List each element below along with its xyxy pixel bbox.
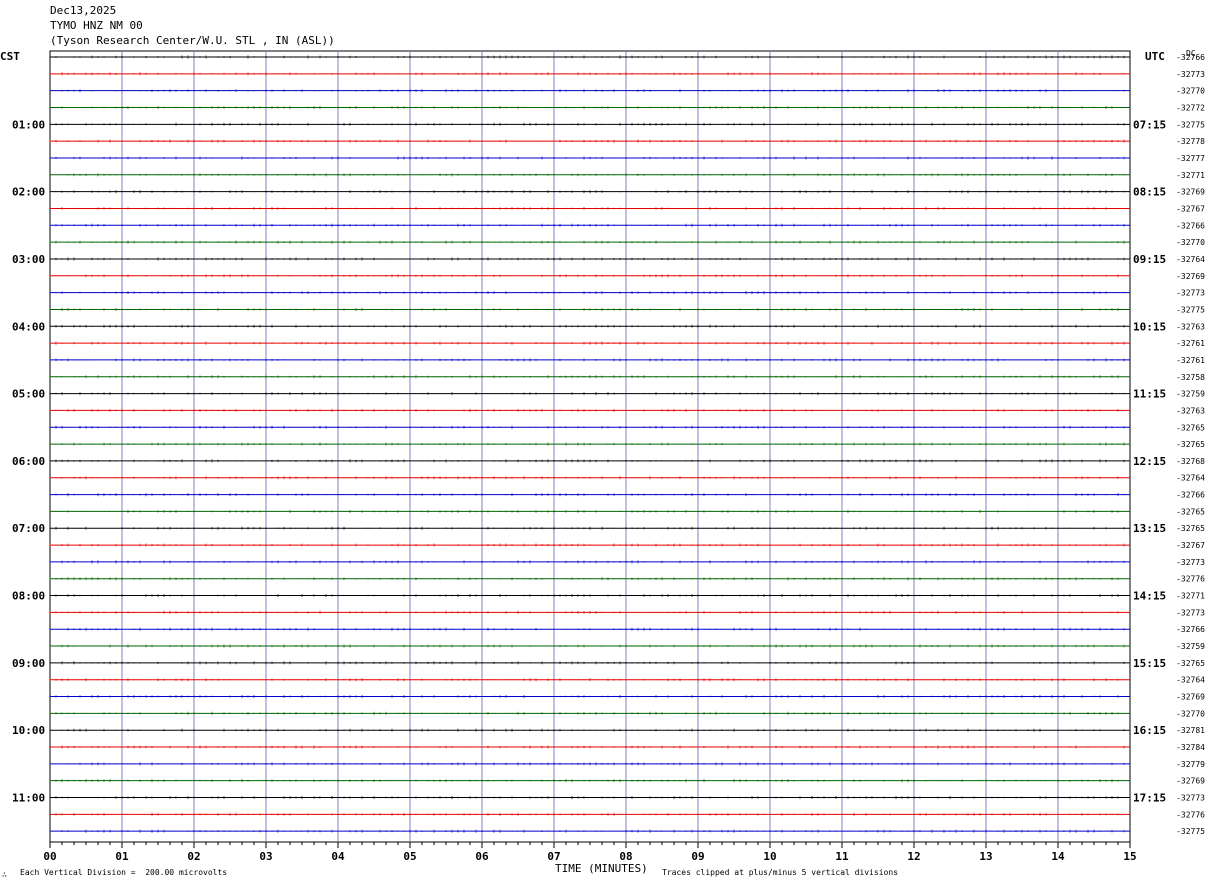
dc-offset-label: -32767 — [1176, 204, 1205, 213]
x-tick-label: 11 — [835, 850, 849, 863]
dc-offset-label: -32779 — [1176, 760, 1205, 769]
clip-note: Traces clipped at plus/minus 5 vertical … — [662, 868, 899, 877]
dc-offset-label: -32769 — [1176, 693, 1205, 702]
left-hour-label: 07:00 — [12, 522, 45, 535]
x-tick-label: 06 — [475, 850, 489, 863]
dc-offset-label: -32766 — [1176, 53, 1205, 62]
dc-offset-label: -32775 — [1176, 827, 1205, 836]
left-hour-label: 05:00 — [12, 388, 45, 401]
dc-offset-label: -32761 — [1176, 356, 1205, 365]
dc-offset-label: -32759 — [1176, 390, 1205, 399]
right-hour-label: 13:15 — [1133, 522, 1166, 535]
dc-offset-label: -32766 — [1176, 221, 1205, 230]
right-hour-label: 14:15 — [1133, 590, 1166, 603]
dc-offset-label: -32764 — [1176, 255, 1205, 264]
dc-offset-label: -32767 — [1176, 541, 1205, 550]
dc-offset-label: -32763 — [1176, 406, 1205, 415]
x-tick-label: 13 — [979, 850, 992, 863]
dc-offset-label: -32764 — [1176, 676, 1205, 685]
dc-offset-label: -32769 — [1176, 272, 1205, 281]
right-hour-label: 10:15 — [1133, 320, 1166, 333]
right-hour-label: 15:15 — [1133, 657, 1166, 670]
x-tick-label: 14 — [1051, 850, 1065, 863]
dc-offset-label: -32771 — [1176, 171, 1205, 180]
dc-offset-label: -32765 — [1176, 440, 1205, 449]
dc-offset-label: -32775 — [1176, 305, 1205, 314]
x-tick-label: 01 — [115, 850, 129, 863]
left-hour-label: 08:00 — [12, 590, 45, 603]
dc-offset-label: -32776 — [1176, 810, 1205, 819]
dc-offset-label: -32763 — [1176, 322, 1205, 331]
dc-offset-label: -32775 — [1176, 120, 1205, 129]
left-hour-label: 01:00 — [12, 118, 45, 131]
dc-offset-label: -32778 — [1176, 137, 1205, 146]
dc-offset-label: -32776 — [1176, 575, 1205, 584]
dc-offset-label: -32770 — [1176, 238, 1205, 247]
right-hour-label: 17:15 — [1133, 792, 1166, 805]
dc-offset-label: -32773 — [1176, 794, 1205, 803]
dc-offset-label: -32781 — [1176, 726, 1205, 735]
left-hour-label: 04:00 — [12, 320, 45, 333]
right-hour-label: 11:15 — [1133, 388, 1166, 401]
right-hour-label: 16:15 — [1133, 724, 1166, 737]
dc-offset-label: -32771 — [1176, 592, 1205, 601]
x-tick-label: 03 — [259, 850, 272, 863]
x-axis-title: TIME (MINUTES) — [555, 862, 648, 875]
dc-offset-label: -32758 — [1176, 373, 1205, 382]
x-tick-label: 02 — [187, 850, 200, 863]
dc-offset-label: -32769 — [1176, 777, 1205, 786]
dc-offset-label: -32765 — [1176, 659, 1205, 668]
x-tick-label: 04 — [331, 850, 345, 863]
left-hour-label: 09:00 — [12, 657, 45, 670]
left-hour-label: 02:00 — [12, 186, 45, 199]
x-tick-label: 10 — [763, 850, 776, 863]
dc-offset-label: -32769 — [1176, 188, 1205, 197]
dc-offset-label: -32772 — [1176, 103, 1205, 112]
dc-offset-label: -32766 — [1176, 491, 1205, 500]
x-tick-label: 00 — [43, 850, 56, 863]
x-tick-label: 15 — [1123, 850, 1136, 863]
dc-offset-label: -32773 — [1176, 70, 1205, 79]
dc-offset-label: -32761 — [1176, 339, 1205, 348]
corner-mark-icon: ∴ — [2, 870, 7, 879]
plot-frame — [49, 50, 1131, 843]
right-hour-label: 07:15 — [1133, 118, 1166, 131]
dc-offset-label: -32773 — [1176, 289, 1205, 298]
dc-offset-label: -32777 — [1176, 154, 1205, 163]
x-tick-label: 12 — [907, 850, 920, 863]
dc-offset-label: -32765 — [1176, 423, 1205, 432]
dc-offset-label: -32765 — [1176, 524, 1205, 533]
dc-offset-label: -32770 — [1176, 87, 1205, 96]
left-hour-label: 06:00 — [12, 455, 45, 468]
dc-offset-label: -32773 — [1176, 608, 1205, 617]
helicorder-plot: -32766 -32773 -32770 -32772 -32775 -32778 -327… — [12, 50, 1205, 863]
dc-offset-label: -32766 — [1176, 625, 1205, 634]
right-hour-label: 12:15 — [1133, 455, 1166, 468]
x-tick-label: 09 — [691, 850, 704, 863]
x-tick-label: 05 — [403, 850, 416, 863]
scale-note: Each Vertical Division = 200.00 microvol… — [20, 868, 228, 877]
dc-offset-label: -32770 — [1176, 709, 1205, 718]
left-hour-label: 03:00 — [12, 253, 45, 266]
left-hour-label: 11:00 — [12, 792, 45, 805]
left-hour-label: 10:00 — [12, 724, 45, 737]
right-hour-label: 08:15 — [1133, 186, 1166, 199]
right-hour-label: 09:15 — [1133, 253, 1166, 266]
dc-offset-label: -32784 — [1176, 743, 1205, 752]
dc-offset-label: -32768 — [1176, 457, 1205, 466]
dc-offset-label: -32764 — [1176, 474, 1205, 483]
dc-offset-label: -32765 — [1176, 507, 1205, 516]
dc-offset-label: -32759 — [1176, 642, 1205, 651]
dc-offset-label: -32773 — [1176, 558, 1205, 567]
